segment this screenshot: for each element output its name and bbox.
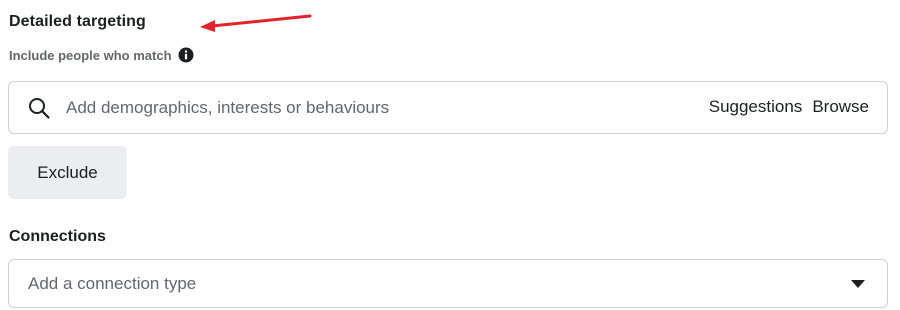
demographics-search-input[interactable] <box>66 94 586 122</box>
caret-down-icon <box>851 280 865 288</box>
include-people-row: Include people who match <box>9 47 194 63</box>
connection-type-select[interactable]: Add a connection type <box>8 259 888 308</box>
detailed-targeting-search[interactable]: Suggestions Browse <box>8 81 888 134</box>
detailed-targeting-title: Detailed targeting <box>9 13 146 30</box>
info-circle-icon[interactable] <box>178 47 194 63</box>
connection-type-placeholder: Add a connection type <box>28 274 197 293</box>
suggestions-link[interactable]: Suggestions <box>709 97 803 117</box>
include-people-label: Include people who match <box>9 47 172 63</box>
detailed-targeting-panel: Detailed targeting Include people who ma… <box>0 0 900 310</box>
browse-link[interactable]: Browse <box>812 97 869 117</box>
search-links: Suggestions Browse <box>709 97 869 117</box>
connections-title: Connections <box>9 228 106 245</box>
search-icon <box>29 98 50 119</box>
annotation-arrow-icon <box>200 14 312 32</box>
exclude-button[interactable]: Exclude <box>8 146 127 199</box>
